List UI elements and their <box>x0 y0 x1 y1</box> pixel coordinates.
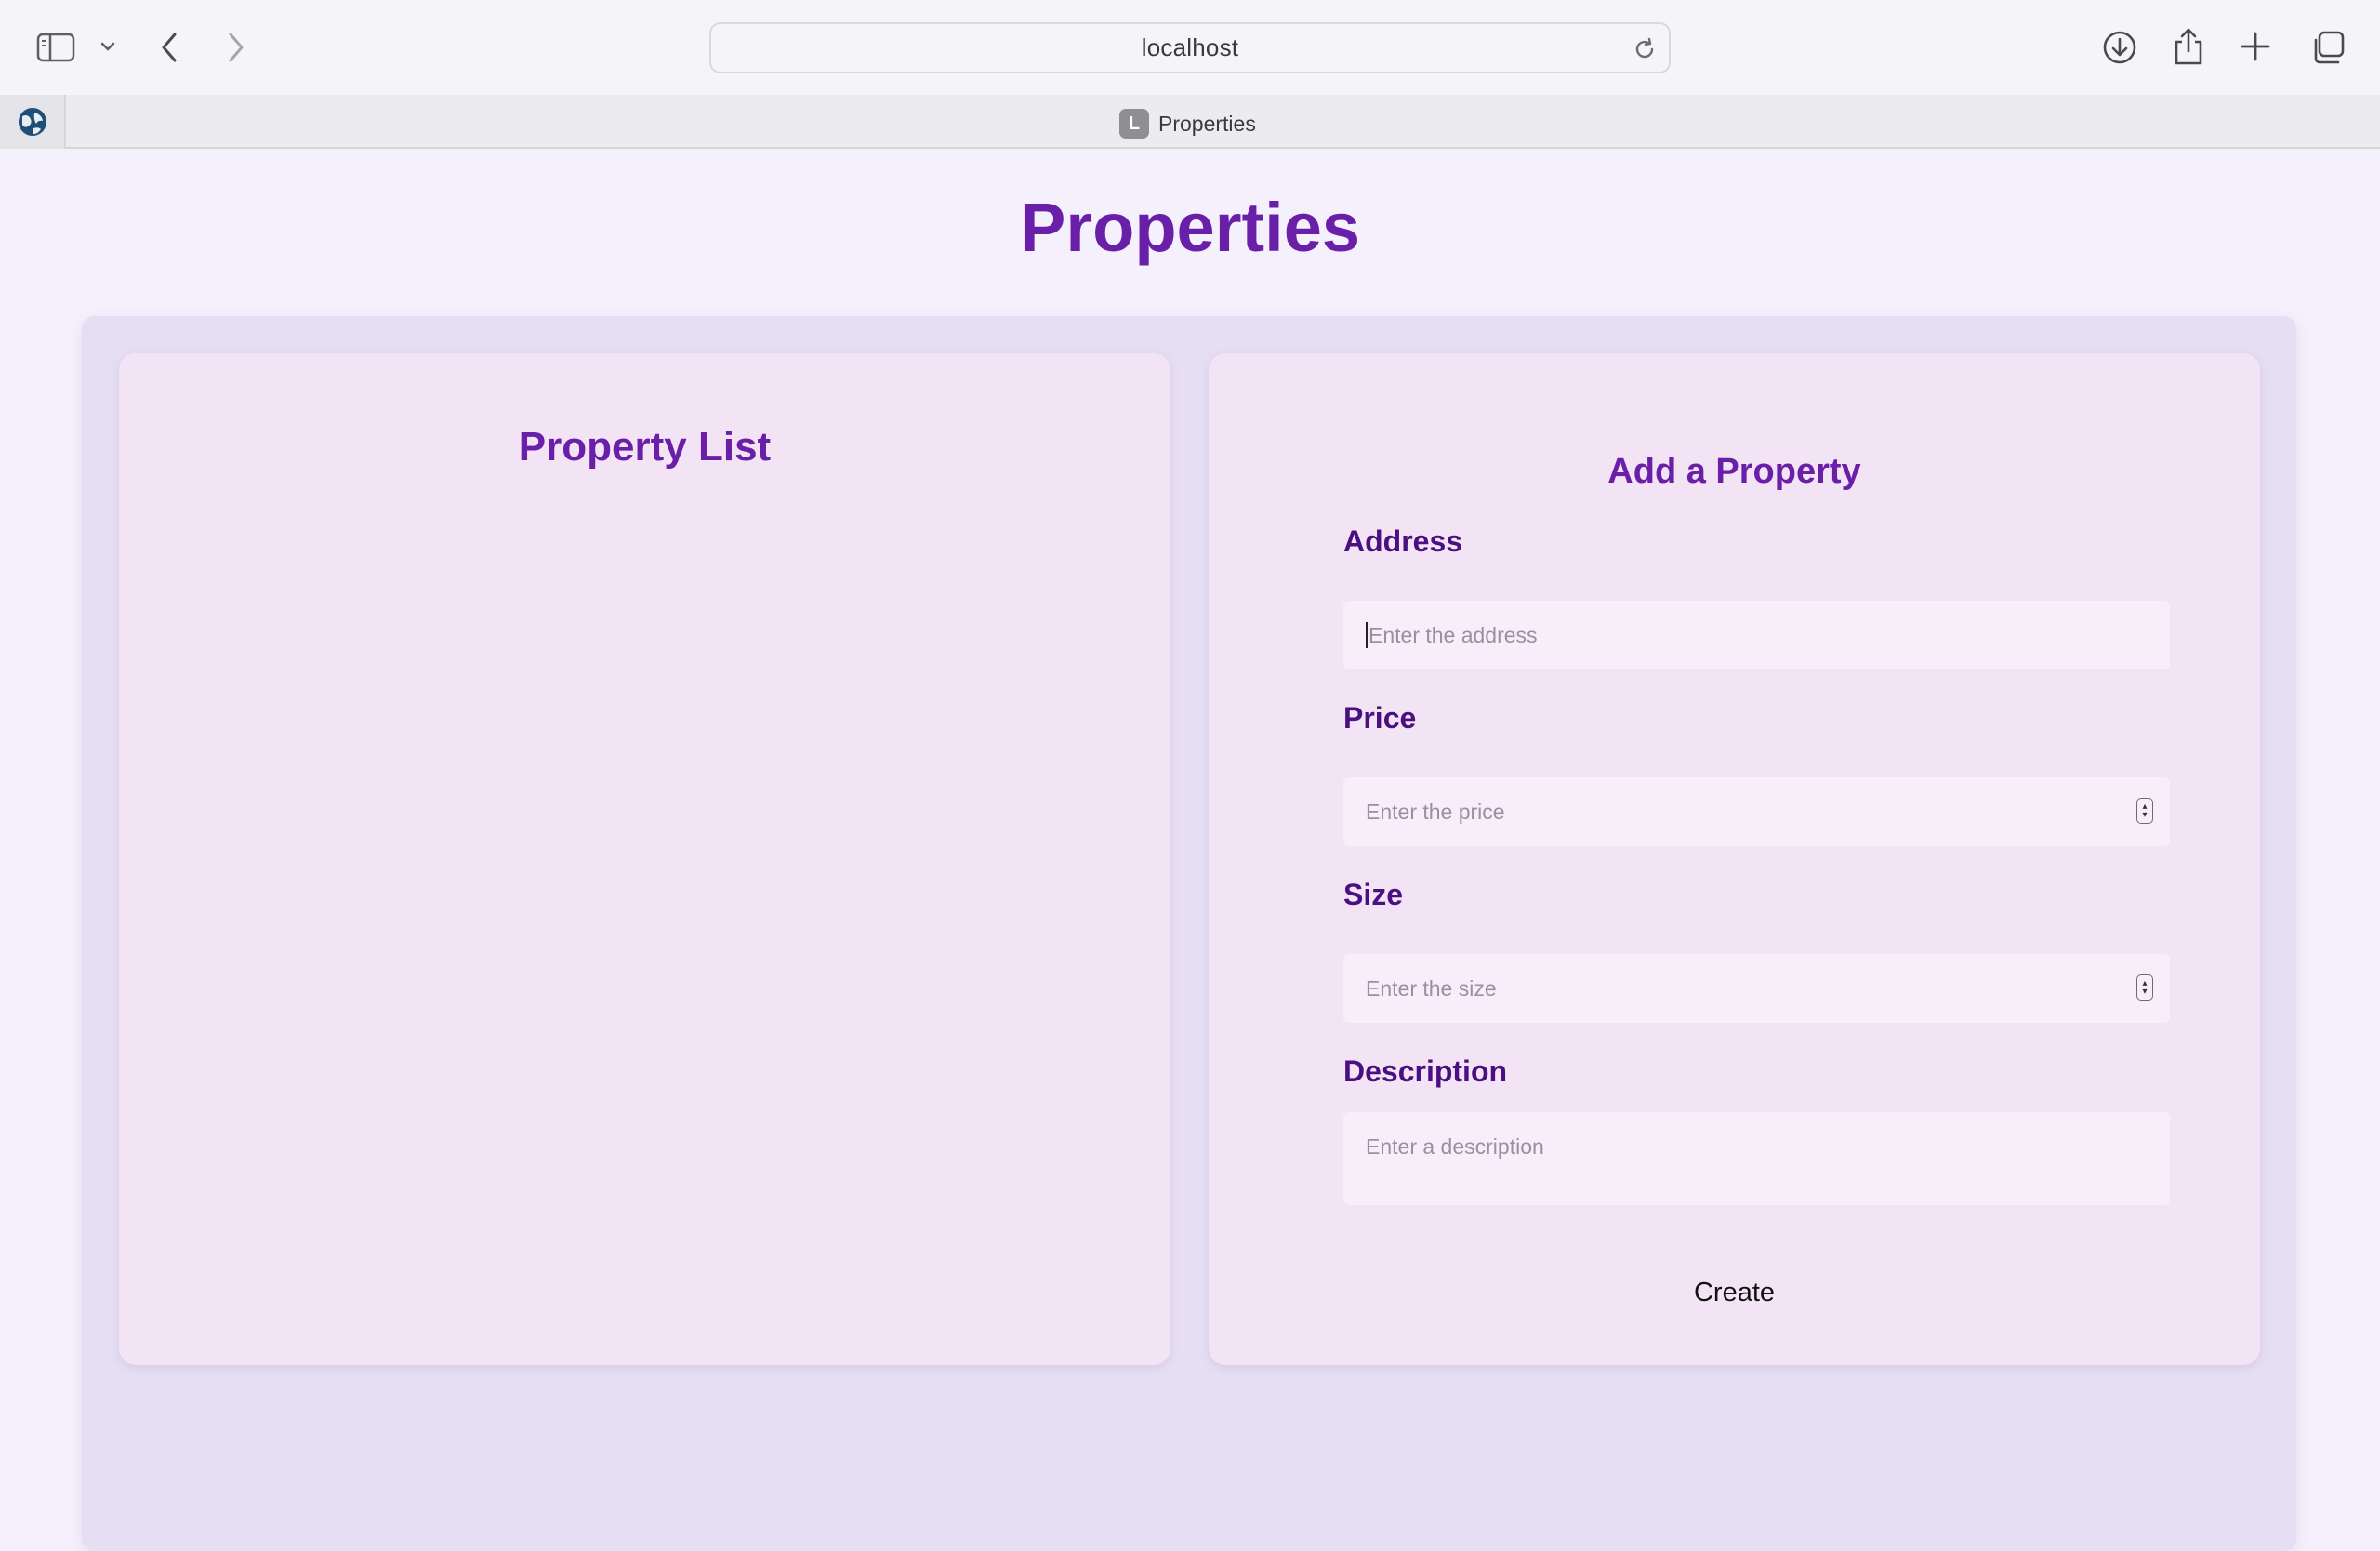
url-text: localhost <box>1141 33 1239 61</box>
tab-overview-icon[interactable] <box>2309 29 2347 66</box>
address-input[interactable]: Enter the address <box>1343 601 2170 669</box>
forward-icon[interactable] <box>223 30 249 65</box>
pinned-tab[interactable] <box>0 95 66 149</box>
page: Properties Property List Add a Property … <box>0 149 2380 1551</box>
chevron-down-icon[interactable] <box>99 37 117 56</box>
description-placeholder: Enter a description <box>1366 1134 1544 1159</box>
size-label: Size <box>1343 878 1404 911</box>
share-icon[interactable] <box>2171 26 2206 67</box>
create-button[interactable]: Create <box>1209 1277 2260 1309</box>
size-input[interactable]: Enter the size ▴ ▾ <box>1343 954 2170 1023</box>
tab-properties[interactable]: L Properties <box>1119 108 1256 139</box>
property-list-card: Property List <box>119 353 1170 1365</box>
price-placeholder: Enter the price <box>1366 799 1505 824</box>
globe-icon <box>18 108 46 136</box>
back-icon[interactable] <box>156 30 182 65</box>
description-textarea[interactable]: Enter a description <box>1343 1112 2170 1205</box>
download-icon[interactable] <box>2101 29 2138 66</box>
size-stepper-icon[interactable]: ▴ ▾ <box>2136 974 2153 1001</box>
property-list <box>156 502 1133 1328</box>
text-caret <box>1366 622 1368 648</box>
price-stepper-icon[interactable]: ▴ ▾ <box>2136 798 2153 824</box>
new-tab-icon[interactable] <box>2239 30 2272 63</box>
price-label: Price <box>1343 701 1417 735</box>
description-label: Description <box>1343 1054 1508 1088</box>
content-panel: Property List Add a Property Address Ent… <box>82 316 2296 1551</box>
reload-icon[interactable] <box>1632 36 1658 62</box>
address-label: Address <box>1343 524 1463 558</box>
tab-strip: L Properties <box>0 95 2380 149</box>
price-input[interactable]: Enter the price ▴ ▾ <box>1343 777 2170 846</box>
add-property-card: Add a Property Address Enter the address… <box>1209 353 2260 1365</box>
add-property-heading: Add a Property <box>1607 452 1861 491</box>
tab-title: Properties <box>1158 111 1256 136</box>
address-placeholder: Enter the address <box>1368 622 1538 647</box>
property-list-heading: Property List <box>518 424 772 470</box>
size-placeholder: Enter the size <box>1366 975 1497 1001</box>
page-title: Properties <box>1019 189 1361 266</box>
sidebar-toggle-icon[interactable] <box>35 31 76 64</box>
address-bar[interactable]: localhost <box>709 22 1671 73</box>
tab-favicon: L <box>1119 109 1149 139</box>
browser-toolbar: localhost <box>0 0 2380 95</box>
